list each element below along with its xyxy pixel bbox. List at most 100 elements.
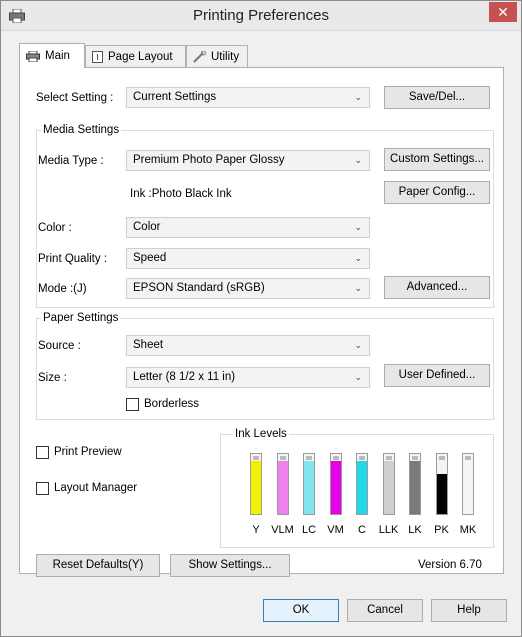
close-icon: ✕ <box>497 4 509 20</box>
ink-cap <box>253 456 259 460</box>
ink-label-pk: PK <box>434 524 449 536</box>
ink-tube-outline <box>382 453 395 515</box>
save-del-button[interactable]: Save/Del... <box>384 86 490 109</box>
media-settings-title: Media Settings <box>41 124 122 136</box>
borderless-label: Borderless <box>144 398 199 410</box>
printer-icon <box>26 50 40 62</box>
ink-fill-pk <box>436 474 447 514</box>
color-dropdown[interactable]: Color ⌄ <box>126 217 370 238</box>
chevron-down-icon: ⌄ <box>354 340 362 350</box>
select-setting-dropdown[interactable]: Current Settings ⌄ <box>126 87 370 108</box>
ink-fill-lk <box>410 461 420 514</box>
ink-label-c: C <box>358 524 366 536</box>
ink-tube-llk <box>382 453 395 515</box>
ink-tube-pk <box>435 453 448 515</box>
ink-cap <box>279 456 286 460</box>
ink-tube-y <box>250 453 262 515</box>
ink-cap <box>465 456 471 460</box>
ok-button[interactable]: OK <box>263 599 339 622</box>
print-quality-label: Print Quality : <box>38 253 108 265</box>
mode-label: Mode :(J) <box>38 283 87 295</box>
ink-label-mk: MK <box>459 524 477 536</box>
print-preview-label: Print Preview <box>54 446 122 458</box>
print-quality-dropdown[interactable]: Speed ⌄ <box>126 248 370 269</box>
reset-defaults-button[interactable]: Reset Defaults(Y) <box>36 554 160 577</box>
mode-value: EPSON Standard (sRGB) <box>133 282 265 294</box>
ink-label-vm: VM <box>327 524 344 536</box>
ink-tube-outline <box>329 453 342 515</box>
color-value: Color <box>133 221 161 233</box>
ink-tube-vm <box>329 453 342 515</box>
page-layout-icon <box>92 50 103 63</box>
ink-cap <box>332 456 339 460</box>
size-label: Size : <box>38 372 67 384</box>
ink-type-text: Ink :Photo Black Ink <box>130 188 232 200</box>
ink-fill-llk <box>383 461 394 514</box>
ink-tube-outline <box>303 453 315 515</box>
chevron-down-icon: ⌄ <box>354 253 362 263</box>
size-value: Letter (8 1/2 x 11 in) <box>133 371 236 383</box>
tab-utility[interactable]: Utility <box>186 45 248 67</box>
ink-fill-y <box>251 461 261 514</box>
print-preview-checkbox[interactable] <box>36 446 49 459</box>
ink-cap <box>385 456 392 460</box>
print-quality-value: Speed <box>133 252 167 264</box>
source-value: Sheet <box>133 339 164 351</box>
ink-tube-outline <box>356 453 368 515</box>
close-button[interactable]: ✕ <box>489 2 517 22</box>
ink-cap <box>412 456 418 460</box>
ink-fill-vlm <box>277 461 288 514</box>
ink-fill-vm <box>330 461 341 514</box>
ink-levels-area: Y VLM LC VM C LLK LK PK MK <box>220 434 494 548</box>
ink-label-vlm: VLM <box>271 524 294 536</box>
layout-manager-label: Layout Manager <box>54 482 138 494</box>
ink-tube-outline <box>462 453 474 515</box>
chevron-down-icon: ⌄ <box>354 372 362 382</box>
show-settings-button[interactable]: Show Settings... <box>170 554 290 577</box>
title-bar: Printing Preferences ✕ <box>1 1 521 31</box>
window-title: Printing Preferences <box>193 7 329 24</box>
chevron-down-icon: ⌄ <box>354 155 362 165</box>
help-button[interactable]: Help <box>431 599 507 622</box>
source-dropdown[interactable]: Sheet ⌄ <box>126 335 370 356</box>
media-type-label: Media Type : <box>38 155 104 167</box>
ink-label-lc: LC <box>301 524 317 536</box>
tab-page-layout[interactable]: Page Layout <box>85 45 186 67</box>
size-dropdown[interactable]: Letter (8 1/2 x 11 in) ⌄ <box>126 367 370 388</box>
tab-main-label: Main <box>45 50 70 62</box>
chevron-down-icon: ⌄ <box>354 92 362 102</box>
ink-label-llk: LLK <box>378 524 399 536</box>
ink-cap <box>306 456 312 460</box>
ink-tube-outline <box>409 453 421 515</box>
source-label: Source : <box>38 340 81 352</box>
paper-config-button[interactable]: Paper Config... <box>384 181 490 204</box>
advanced-button[interactable]: Advanced... <box>384 276 490 299</box>
borderless-checkbox[interactable] <box>126 398 139 411</box>
ink-tube-mk <box>462 453 474 515</box>
ink-label-lk: LK <box>408 524 422 536</box>
media-type-dropdown[interactable]: Premium Photo Paper Glossy ⌄ <box>126 150 370 171</box>
user-defined-button[interactable]: User Defined... <box>384 364 490 387</box>
ink-label-y: Y <box>252 524 260 536</box>
ink-cap <box>359 456 365 460</box>
ink-tube-c <box>356 453 368 515</box>
mode-dropdown[interactable]: EPSON Standard (sRGB) ⌄ <box>126 278 370 299</box>
chevron-down-icon: ⌄ <box>354 222 362 232</box>
select-setting-label: Select Setting : <box>36 92 114 104</box>
ink-tube-outline <box>250 453 262 515</box>
layout-manager-checkbox[interactable] <box>36 482 49 495</box>
tab-main[interactable]: Main <box>19 43 85 68</box>
color-label: Color : <box>38 222 72 234</box>
chevron-down-icon: ⌄ <box>354 283 362 293</box>
cancel-button[interactable]: Cancel <box>347 599 423 622</box>
ink-tube-vlm <box>276 453 289 515</box>
select-setting-value: Current Settings <box>133 91 217 103</box>
paper-settings-title: Paper Settings <box>41 312 121 324</box>
media-type-value: Premium Photo Paper Glossy <box>133 154 285 166</box>
custom-settings-button[interactable]: Custom Settings... <box>384 148 490 171</box>
ink-cap <box>438 456 445 460</box>
printing-preferences-window: Printing Preferences ✕ Main Page Layout … <box>0 0 522 637</box>
version-text: Version 6.70 <box>418 559 482 571</box>
main-tab-panel: Select Setting : Current Settings ⌄ Save… <box>19 67 504 577</box>
ink-tube-lk <box>409 453 421 515</box>
